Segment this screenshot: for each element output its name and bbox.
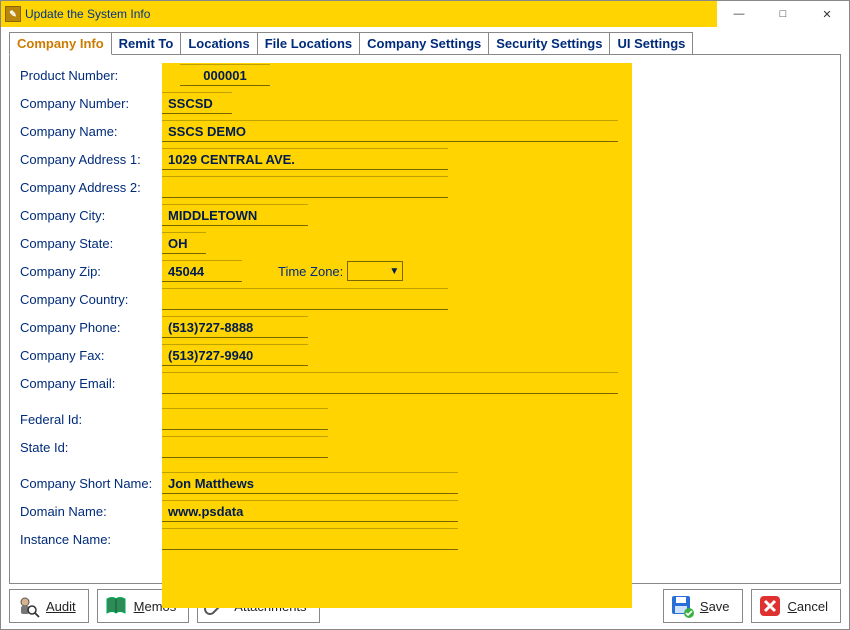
label-instance: Instance Name: <box>20 532 162 547</box>
save-button[interactable]: Save <box>663 589 743 623</box>
cancel-x-icon <box>758 594 782 618</box>
window-title: Update the System Info <box>25 7 150 21</box>
federal-id-field[interactable] <box>162 408 328 430</box>
label-product-number: Product Number: <box>20 68 162 83</box>
company-phone-field[interactable] <box>162 316 308 338</box>
window-controls: — □ ✕ <box>717 1 849 27</box>
label-federal-id: Federal Id: <box>20 412 162 427</box>
book-icon <box>104 594 128 618</box>
company-number-field[interactable] <box>162 92 232 114</box>
label-timezone: Time Zone: <box>278 264 343 279</box>
audit-label: Audit <box>46 599 76 614</box>
label-email: Company Email: <box>20 376 162 391</box>
magnifier-person-icon <box>16 594 40 618</box>
product-number-field[interactable] <box>180 64 270 86</box>
company-short-name-field[interactable] <box>162 472 458 494</box>
chevron-down-icon: ▼ <box>389 266 399 277</box>
tab-bar: Company Info Remit To Locations File Loc… <box>9 31 841 55</box>
company-address2-field[interactable] <box>162 176 448 198</box>
tab-company-info[interactable]: Company Info <box>9 32 112 55</box>
company-fax-field[interactable] <box>162 344 308 366</box>
domain-name-field[interactable] <box>162 500 458 522</box>
tab-remit-to[interactable]: Remit To <box>111 32 182 55</box>
instance-name-field[interactable] <box>162 528 458 550</box>
close-button[interactable]: ✕ <box>805 1 849 27</box>
label-fax: Company Fax: <box>20 348 162 363</box>
company-address1-field[interactable] <box>162 148 448 170</box>
save-label: Save <box>700 599 730 614</box>
label-state-id: State Id: <box>20 440 162 455</box>
label-city: Company City: <box>20 208 162 223</box>
cancel-button[interactable]: Cancel <box>751 589 841 623</box>
company-name-field[interactable] <box>162 120 618 142</box>
label-domain: Domain Name: <box>20 504 162 519</box>
company-state-field[interactable] <box>162 232 206 254</box>
label-country: Company Country: <box>20 292 162 307</box>
client-area: Company Info Remit To Locations File Loc… <box>1 27 849 629</box>
tab-security-settings[interactable]: Security Settings <box>488 32 610 55</box>
label-company-name: Company Name: <box>20 124 162 139</box>
company-zip-field[interactable] <box>162 260 242 282</box>
maximize-button[interactable]: □ <box>761 1 805 27</box>
window: ✎ Update the System Info — □ ✕ Company I… <box>0 0 850 630</box>
label-address2: Company Address 2: <box>20 180 162 195</box>
company-city-field[interactable] <box>162 204 308 226</box>
label-short-name: Company Short Name: <box>20 476 162 491</box>
app-icon: ✎ <box>5 6 21 22</box>
audit-button[interactable]: Audit <box>9 589 89 623</box>
titlebar: ✎ Update the System Info — □ ✕ <box>1 1 849 27</box>
tab-locations[interactable]: Locations <box>180 32 257 55</box>
label-address1: Company Address 1: <box>20 152 162 167</box>
company-country-field[interactable] <box>162 288 448 310</box>
company-info-panel: Product Number: Company Number: Company … <box>9 54 841 584</box>
save-disk-icon <box>670 594 694 618</box>
label-state: Company State: <box>20 236 162 251</box>
tab-company-settings[interactable]: Company Settings <box>359 32 489 55</box>
label-zip: Company Zip: <box>20 264 162 279</box>
company-email-field[interactable] <box>162 372 618 394</box>
state-id-field[interactable] <box>162 436 328 458</box>
label-company-number: Company Number: <box>20 96 162 111</box>
cancel-label: Cancel <box>788 599 828 614</box>
tab-file-locations[interactable]: File Locations <box>257 32 360 55</box>
tab-ui-settings[interactable]: UI Settings <box>609 32 693 55</box>
minimize-button[interactable]: — <box>717 1 761 27</box>
label-phone: Company Phone: <box>20 320 162 335</box>
timezone-dropdown[interactable]: ▼ <box>347 261 403 281</box>
